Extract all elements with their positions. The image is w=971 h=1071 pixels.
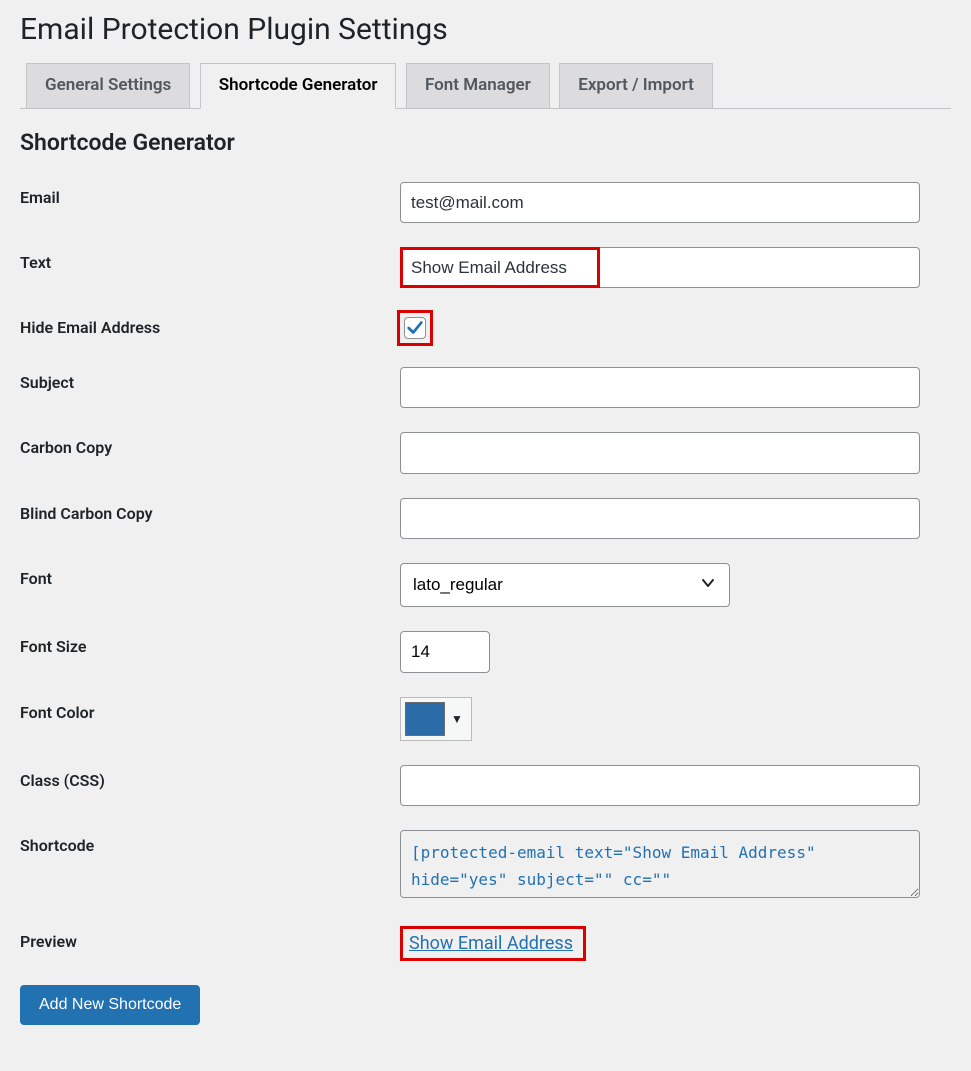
add-new-shortcode-button[interactable]: Add New Shortcode	[20, 985, 200, 1025]
color-swatch	[405, 702, 445, 736]
tab-font-manager[interactable]: Font Manager	[406, 63, 550, 108]
check-icon	[406, 319, 424, 337]
label-email: Email	[20, 170, 400, 235]
subject-input[interactable]	[400, 367, 920, 408]
bcc-input[interactable]	[400, 498, 920, 539]
label-bcc: Blind Carbon Copy	[20, 486, 400, 551]
label-font: Font	[20, 551, 400, 620]
label-subject: Subject	[20, 355, 400, 420]
label-font-size: Font Size	[20, 619, 400, 684]
tab-export-import[interactable]: Export / Import	[559, 63, 713, 108]
css-class-input[interactable]	[400, 765, 920, 806]
section-title: Shortcode Generator	[20, 129, 951, 156]
label-font-color: Font Color	[20, 685, 400, 753]
font-select[interactable]: lato_regular	[400, 563, 730, 608]
label-preview: Preview	[20, 914, 400, 973]
form-table: Email Text Hide Email Address	[20, 170, 951, 973]
hide-email-checkbox[interactable]	[404, 317, 426, 339]
shortcode-output[interactable]: [protected-email text="Show Email Addres…	[400, 830, 920, 898]
email-input[interactable]	[400, 182, 920, 223]
label-cc: Carbon Copy	[20, 420, 400, 485]
label-hide-email: Hide Email Address	[20, 300, 400, 355]
label-shortcode: Shortcode	[20, 818, 400, 914]
tab-general-settings[interactable]: General Settings	[26, 63, 190, 108]
label-css-class: Class (CSS)	[20, 753, 400, 818]
tab-bar: General Settings Shortcode Generator Fon…	[20, 55, 951, 109]
font-color-picker[interactable]: ▼	[400, 697, 472, 741]
label-text: Text	[20, 235, 400, 300]
page-title: Email Protection Plugin Settings	[20, 0, 951, 55]
text-input[interactable]	[400, 247, 920, 288]
cc-input[interactable]	[400, 432, 920, 473]
caret-down-icon: ▼	[451, 712, 463, 726]
font-size-input[interactable]	[400, 631, 490, 672]
preview-link[interactable]: Show Email Address	[409, 933, 573, 954]
tab-shortcode-generator[interactable]: Shortcode Generator	[200, 63, 397, 109]
